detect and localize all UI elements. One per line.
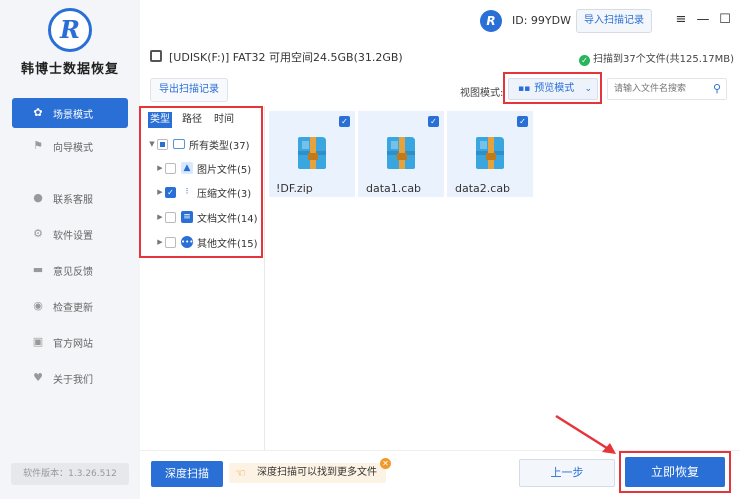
minimize-icon[interactable]: — (696, 12, 710, 28)
version-label: 软件版本：1.3.26.512 (11, 463, 129, 485)
check-circle-icon: ✓ (579, 55, 590, 66)
file-checkbox[interactable]: ✓ (339, 116, 350, 127)
tree-item-label: 文档文件(14) (197, 213, 258, 225)
logo-icon: R (48, 8, 92, 52)
view-mode-select[interactable]: ▪▪ 预览模式 ⌄ (508, 78, 598, 100)
tree-root-label: 所有类型(37) (189, 140, 250, 152)
globe-icon: ▣ (32, 335, 44, 348)
tab-path[interactable]: 路径 (180, 112, 204, 128)
support-icon: ● (33, 191, 43, 204)
checkbox[interactable] (157, 138, 168, 150)
sidebar-item-update[interactable]: ◉ 检查更新 (0, 288, 140, 324)
avatar[interactable]: R (480, 10, 502, 32)
zip-icon: ⁝ (185, 187, 189, 197)
file-name: data2.cab (455, 182, 511, 195)
import-scan-button[interactable]: 导入扫描记录 (576, 9, 652, 33)
sidebar-item-label: 关于我们 (53, 374, 93, 386)
checkbox[interactable] (165, 162, 176, 174)
expand-right-icon[interactable]: ▶ (155, 188, 165, 196)
disk-icon (150, 50, 162, 62)
panel-divider (264, 106, 265, 450)
search-icon[interactable]: ⚲ (713, 82, 721, 95)
checkbox[interactable]: ✓ (165, 186, 176, 198)
about-icon: ♥ (33, 371, 43, 384)
recover-now-button[interactable]: 立即恢复 (625, 457, 725, 487)
view-mode-value: 预览模式 (534, 83, 575, 94)
feedback-icon: ▬ (32, 263, 44, 276)
file-name: data1.cab (366, 182, 422, 195)
document-icon: ≡ (181, 211, 193, 223)
image-icon: ▲ (181, 162, 193, 174)
expand-right-icon[interactable]: ▶ (155, 213, 165, 221)
user-id: ID: 99YDW (512, 14, 571, 27)
scan-summary-text: 扫描到37个文件(共125.17MB) (593, 54, 735, 65)
sidebar-item-label: 意见反馈 (53, 266, 93, 278)
tab-type[interactable]: 类型 (148, 112, 172, 128)
tree-item-images[interactable]: ▶ ▲ 图片文件(5) (155, 159, 251, 177)
export-scan-button[interactable]: 导出扫描记录 (150, 78, 228, 102)
maximize-icon[interactable]: ☐ (718, 12, 732, 28)
sidebar-item-label: 软件设置 (53, 230, 93, 242)
scene-icon: ✿ (33, 106, 43, 119)
zip-file-icon (476, 137, 504, 169)
sidebar-item-support[interactable]: ● 联系客服 (0, 180, 140, 216)
disk-info: [UDISK(F:)] FAT32 可用空间24.5GB(31.2GB) (169, 51, 403, 64)
pointing-hand-icon: ☜ (235, 466, 246, 480)
sidebar-item-feedback[interactable]: ▬ 意见反馈 (0, 252, 140, 288)
checkbox[interactable] (165, 211, 176, 223)
tip-text: 深度扫描可以找到更多文件 (257, 467, 377, 478)
search-input[interactable] (608, 79, 704, 99)
checkbox[interactable] (165, 236, 176, 248)
tree-item-archives[interactable]: ▶ ✓ ⁝ 压缩文件(3) (155, 183, 251, 201)
sidebar-item-wizard[interactable]: ⚑ 向导模式 (0, 128, 140, 164)
folder-icon (173, 139, 185, 149)
tree-item-label: 其他文件(15) (197, 238, 258, 250)
expand-right-icon[interactable]: ▶ (155, 238, 165, 246)
view-mode-label: 视图模式: (460, 88, 504, 99)
scan-summary: ✓ 扫描到37个文件(共125.17MB) (579, 50, 734, 66)
more-icon: ••• (181, 236, 194, 248)
grid-icon: ▪▪ (518, 84, 531, 94)
sidebar-item-website[interactable]: ▣ 官方网站 (0, 324, 140, 360)
red-arrow-icon (555, 414, 616, 454)
titlebar: R ID: 99YDW 导入扫描记录 ≡ — ☐ ✕ (140, 0, 740, 42)
sidebar-item-label: 检查更新 (53, 302, 93, 314)
sidebar: R 韩博士数据恢复 ✿ 场景模式 ⚑ 向导模式 ● 联系客服 ⚙ 软件设置 ▬ … (0, 0, 140, 499)
sidebar-item-scene[interactable]: ✿ 场景模式 (12, 98, 128, 128)
sidebar-item-label: 联系客服 (53, 194, 93, 206)
zip-file-icon (298, 137, 326, 169)
search-box: ⚲ (607, 78, 727, 100)
expand-down-icon[interactable]: ▼ (147, 140, 157, 148)
gear-icon: ⚙ (33, 227, 43, 240)
expand-right-icon[interactable]: ▶ (155, 164, 165, 172)
tree-root[interactable]: ▼ 所有类型(37) (147, 135, 250, 153)
update-icon: ◉ (33, 299, 43, 312)
menu-icon[interactable]: ≡ (674, 12, 688, 28)
tree-tabs: 类型 路径 时间 (148, 112, 244, 128)
tree-item-label: 压缩文件(3) (197, 188, 252, 200)
chevron-down-icon: ⌄ (584, 84, 592, 94)
deep-scan-tip: ☜ 深度扫描可以找到更多文件 ✕ (229, 458, 391, 483)
tree-item-documents[interactable]: ▶ ≡ 文档文件(14) (155, 208, 258, 226)
zip-file-icon (387, 137, 415, 169)
sidebar-item-label: 场景模式 (53, 109, 93, 121)
sidebar-item-settings[interactable]: ⚙ 软件设置 (0, 216, 140, 252)
deep-scan-button[interactable]: 深度扫描 (151, 461, 223, 487)
prev-step-button[interactable]: 上一步 (519, 459, 615, 487)
tab-time[interactable]: 时间 (212, 112, 236, 128)
sidebar-item-label: 向导模式 (53, 142, 93, 154)
file-name: !DF.zip (276, 182, 313, 195)
file-checkbox[interactable]: ✓ (428, 116, 439, 127)
sidebar-item-label: 官方网站 (53, 338, 93, 350)
close-icon[interactable]: ✕ (380, 458, 391, 469)
sidebar-nav: ✿ 场景模式 ⚑ 向导模式 ● 联系客服 ⚙ 软件设置 ▬ 意见反馈 ◉ 检查更… (0, 98, 140, 396)
file-checkbox[interactable]: ✓ (517, 116, 528, 127)
tree-item-others[interactable]: ▶ ••• 其他文件(15) (155, 233, 258, 251)
sidebar-item-about[interactable]: ♥ 关于我们 (0, 360, 140, 396)
tree-item-label: 图片文件(5) (197, 164, 252, 176)
flag-icon: ⚑ (33, 139, 43, 152)
app-logo: R 韩博士数据恢复 (0, 8, 140, 77)
app-name: 韩博士数据恢复 (20, 62, 119, 77)
